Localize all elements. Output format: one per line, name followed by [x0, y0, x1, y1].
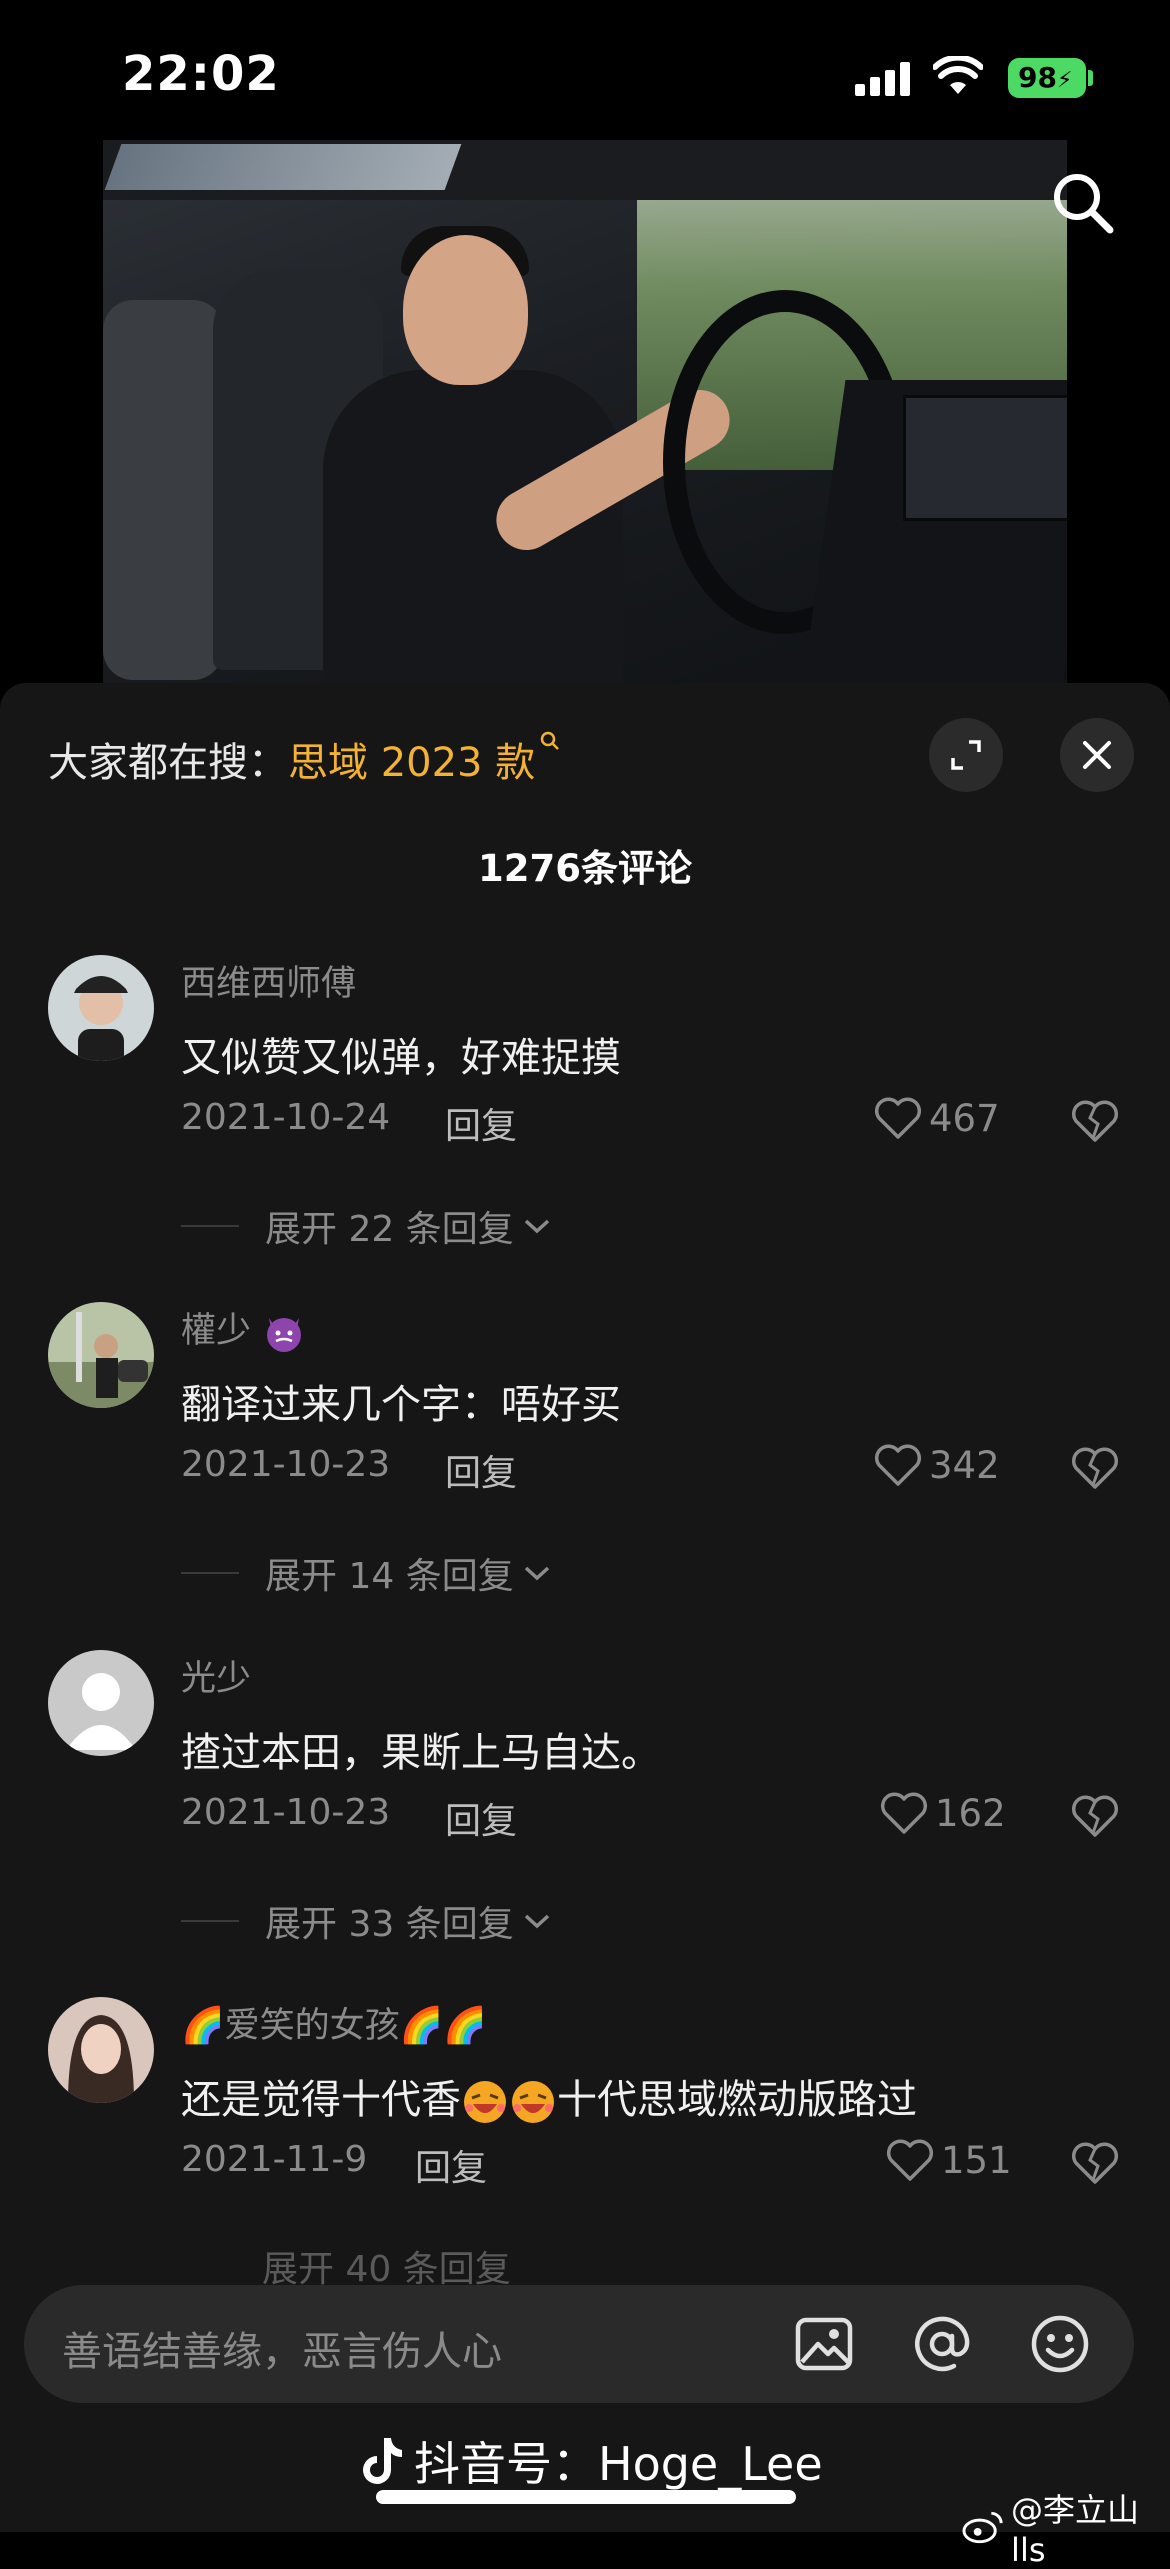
- laughing-emoji-icon: [512, 2081, 554, 2123]
- heart-icon: [874, 1097, 922, 1139]
- douyin-logo-icon: [363, 2438, 402, 2484]
- douyin-watermark: 抖音号：Hoge_Lee: [360, 2428, 823, 2494]
- video-person-body: [323, 370, 623, 685]
- avatar-image: [48, 1997, 154, 2103]
- emoji-icon[interactable]: [1028, 2312, 1092, 2376]
- comment-text: 还是觉得十代香 十代思域燃动版路过: [181, 2067, 917, 2126]
- expand-replies-button[interactable]: 展开 33 条回复: [181, 1895, 552, 1947]
- comment-input-placeholder: 善语结善缘，恶言伤人心: [62, 2329, 502, 2375]
- devil-emoji-icon: [267, 1318, 302, 1352]
- home-indicator[interactable]: [376, 2490, 796, 2504]
- broken-heart-icon[interactable]: [1070, 1445, 1120, 1491]
- weibo-logo-icon: [962, 2511, 1003, 2544]
- like-count: 151: [941, 2138, 1012, 2182]
- comment-text-part: 十代思域燃动版路过: [557, 2077, 917, 2123]
- expand-replies-button[interactable]: 展开 14 条回复: [181, 1547, 552, 1599]
- comment-username-text: 權少: [181, 1311, 252, 1351]
- comment-date: 2021-10-23: [181, 1792, 391, 1833]
- small-search-icon: [540, 731, 560, 750]
- rainbow-icon: 🌈: [181, 2006, 225, 2046]
- close-sheet-button[interactable]: [1060, 718, 1134, 792]
- comment-text: 揸过本田，果断上马自达。: [181, 1730, 661, 1776]
- close-icon: [1083, 741, 1111, 769]
- chevron-down-icon: [524, 1566, 549, 1581]
- expand-divider-line: [181, 1225, 239, 1227]
- wifi-icon: [933, 56, 983, 94]
- broken-heart-icon[interactable]: [1070, 1793, 1120, 1839]
- like-button[interactable]: 467: [873, 1095, 1000, 1141]
- battery-level: 98: [1018, 61, 1057, 94]
- broken-heart-icon[interactable]: [1070, 2140, 1120, 2186]
- comment-username[interactable]: 西维西师傅: [181, 955, 356, 1006]
- like-button[interactable]: 162: [879, 1790, 1006, 1836]
- heart-icon: [886, 2139, 934, 2181]
- broken-heart-icon[interactable]: [1070, 1098, 1120, 1144]
- like-count: 162: [935, 1791, 1006, 1835]
- battery-indicator: 98⚡: [1008, 58, 1086, 98]
- heart-icon: [880, 1792, 928, 1834]
- comment-date: 2021-11-9: [181, 2139, 368, 2180]
- reply-button[interactable]: 回复: [445, 1097, 517, 1149]
- trending-search[interactable]: 大家都在搜：思域 2023 款: [48, 730, 561, 788]
- expand-divider-line: [181, 1920, 239, 1922]
- cellular-signal-icon: [855, 62, 910, 96]
- status-time: 22:02: [122, 46, 280, 102]
- douyin-id: 抖音号：Hoge_Lee: [414, 2437, 823, 2491]
- weibo-watermark: @李立山lls: [962, 2485, 1170, 2569]
- like-count: 342: [929, 1443, 1000, 1487]
- image-icon[interactable]: [792, 2312, 856, 2376]
- avatar-image: [48, 955, 154, 1061]
- comment-text: 翻译过来几个字：唔好买: [181, 1382, 621, 1428]
- comment-count-title: 1276条评论: [478, 847, 692, 890]
- trending-search-keyword[interactable]: 思域 2023 款: [288, 740, 535, 786]
- like-button[interactable]: 342: [873, 1442, 1000, 1488]
- search-icon[interactable]: [1050, 170, 1116, 236]
- reply-button[interactable]: 回复: [445, 1444, 517, 1496]
- expand-divider-line: [181, 1572, 239, 1574]
- expand-replies-label: 展开 14 条回复: [265, 1556, 514, 1597]
- avatar[interactable]: [48, 1997, 154, 2103]
- comment-text: 又似赞又似弹，好难捉摸: [181, 1035, 621, 1081]
- battery-tip: [1088, 70, 1093, 86]
- avatar-image: [48, 1302, 154, 1408]
- comment-input[interactable]: 善语结善缘，恶言伤人心: [24, 2285, 1134, 2403]
- comments-sheet: [0, 683, 1170, 2532]
- expand-replies-label: 展开 33 条回复: [265, 1904, 514, 1945]
- video-player[interactable]: [103, 140, 1067, 685]
- video-infotainment-screen: [903, 395, 1067, 521]
- comment-username[interactable]: 光少: [181, 1650, 251, 1701]
- like-button[interactable]: 151: [885, 2137, 1012, 2183]
- mention-icon[interactable]: [910, 2312, 974, 2376]
- expand-sheet-button[interactable]: [929, 718, 1003, 792]
- expand-icon: [951, 740, 981, 770]
- default-avatar-icon: [48, 1650, 154, 1756]
- video-sunroof: [104, 144, 462, 190]
- comment-username[interactable]: 🌈爱笑的女孩🌈🌈: [181, 1997, 487, 2048]
- comment-date: 2021-10-23: [181, 1444, 391, 1485]
- avatar[interactable]: [48, 1650, 154, 1756]
- trending-search-label: 大家都在搜：: [48, 740, 288, 786]
- video-rear-seat: [103, 300, 223, 680]
- expand-replies-button[interactable]: 展开 22 条回复: [181, 1200, 552, 1252]
- comment-date: 2021-10-24: [181, 1097, 391, 1138]
- comment-username-text: 爱笑的女孩: [224, 2006, 400, 2046]
- chevron-down-icon: [524, 1914, 549, 1929]
- rainbow-icon: 🌈🌈: [399, 2006, 487, 2046]
- status-bar: 22:02 98⚡: [0, 0, 1170, 140]
- reply-button[interactable]: 回复: [415, 2139, 487, 2191]
- weibo-handle: @李立山lls: [1011, 2491, 1140, 2569]
- avatar[interactable]: [48, 955, 154, 1061]
- expand-replies-label: 展开 22 条回复: [265, 1209, 514, 1250]
- laughing-emoji-icon: [464, 2081, 506, 2123]
- like-count: 467: [929, 1096, 1000, 1140]
- reply-button[interactable]: 回复: [445, 1792, 517, 1844]
- comment-username[interactable]: 權少: [181, 1302, 306, 1354]
- comment-text-part: 还是觉得十代香: [181, 2077, 461, 2123]
- video-person-head: [403, 235, 528, 385]
- heart-icon: [874, 1444, 922, 1486]
- avatar[interactable]: [48, 1302, 154, 1408]
- chevron-down-icon: [524, 1219, 549, 1234]
